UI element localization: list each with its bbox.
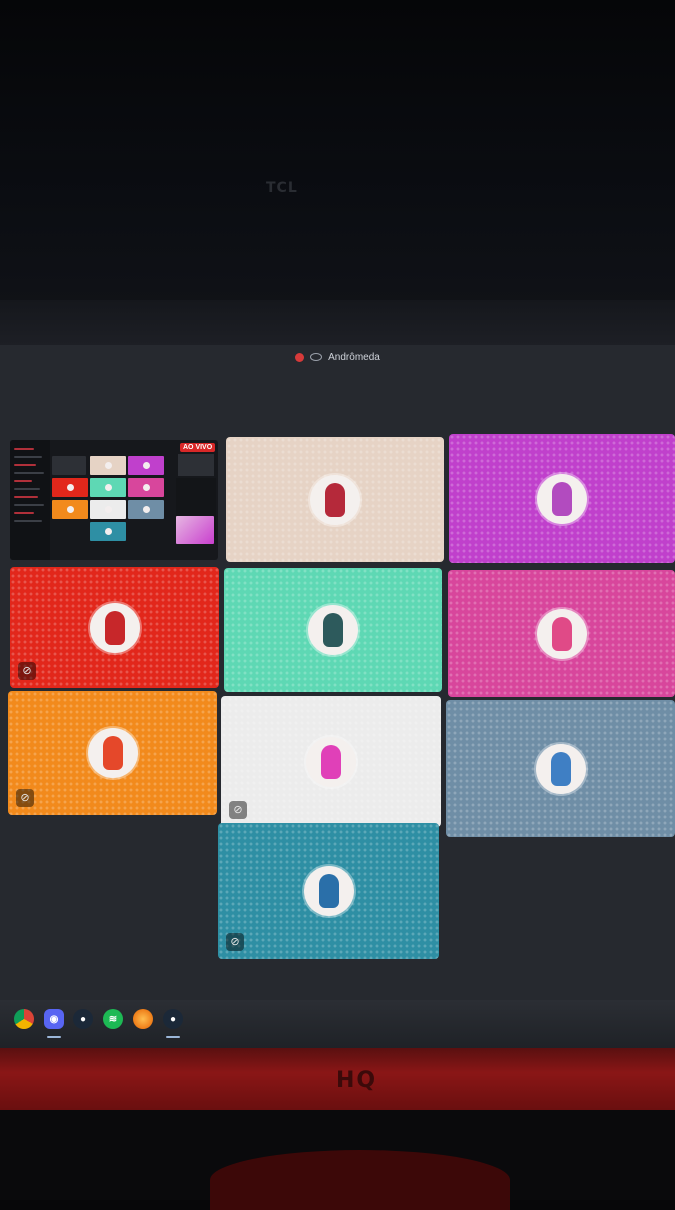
participant-tile[interactable] [448, 570, 675, 697]
avatar-figure [551, 616, 572, 651]
participant-tile[interactable] [226, 437, 444, 562]
live-thumbnail [178, 454, 214, 476]
live-badge: AO VIVO [180, 443, 216, 452]
participant-tile[interactable]: ⊘ [218, 823, 439, 959]
avatar-figure [321, 744, 341, 779]
participant-tile[interactable]: ⊘ [8, 691, 217, 815]
window-title: Andrômeda [328, 351, 380, 363]
avatar-figure [325, 482, 345, 517]
taskbar: ◉ ● ≋ ● [0, 1000, 675, 1048]
participant-tile[interactable]: ⊘ [221, 696, 441, 827]
screen: Andrômeda AO VIVO ⊘ ⊘ ⊘ ⊘ [0, 345, 675, 1050]
steam-icon[interactable]: ● [163, 1009, 183, 1029]
preview-tile [128, 478, 164, 497]
avatar-figure [318, 874, 339, 908]
participant-avatar [303, 866, 354, 916]
preview-tile [52, 456, 86, 475]
mic-off-icon: ⊘ [229, 801, 247, 819]
app-icon [295, 352, 305, 362]
participant-avatar [536, 608, 587, 659]
participant-tile[interactable] [224, 568, 442, 692]
live-stream-thumbnail [176, 516, 214, 544]
monitor-brand-logo: HQ [336, 1068, 378, 1093]
mic-off-icon: ⊘ [18, 662, 36, 680]
avatar-figure [550, 751, 571, 786]
background-wall: TCL [0, 0, 675, 330]
active-indicator [47, 1036, 61, 1038]
discord-icon[interactable]: ◉ [44, 1009, 64, 1029]
avatar-figure [552, 481, 572, 516]
window-titlebar: Andrômeda [0, 345, 675, 369]
mic-off-icon: ⊘ [16, 789, 34, 807]
chrome-icon[interactable] [14, 1009, 34, 1029]
participant-avatar [306, 736, 356, 787]
mic-off-icon: ⊘ [226, 933, 244, 951]
participant-avatar [537, 473, 587, 524]
preview-tile [128, 456, 164, 475]
monitor-top-bezel [0, 300, 675, 350]
preview-tile [52, 500, 88, 519]
active-indicator [166, 1036, 180, 1038]
firefox-icon[interactable] [133, 1009, 153, 1029]
preview-tile [52, 478, 88, 497]
screen-share-preview[interactable]: AO VIVO [10, 440, 218, 560]
participant-tile[interactable] [446, 700, 675, 837]
participant-avatar [87, 728, 138, 778]
avatar-figure [104, 610, 125, 645]
preview-sidebar [10, 440, 50, 560]
steam-icon[interactable]: ● [73, 1009, 93, 1029]
preview-tile [90, 456, 126, 475]
participant-avatar [308, 605, 358, 655]
avatar-figure [102, 736, 123, 770]
participant-avatar [89, 602, 140, 653]
tv-brand-logo: TCL [266, 180, 298, 196]
preview-tile [90, 522, 126, 541]
participant-tile[interactable]: ⊘ [10, 567, 219, 688]
participant-avatar [310, 474, 360, 525]
participant-tile[interactable] [449, 434, 675, 563]
chair [210, 1150, 510, 1210]
preview-tile [90, 500, 126, 519]
participant-avatar [535, 743, 586, 794]
app-logo-icon [310, 353, 323, 361]
preview-tile [128, 500, 164, 519]
avatar-figure [323, 613, 343, 647]
preview-tile [90, 478, 126, 497]
spotify-icon[interactable]: ≋ [103, 1009, 123, 1029]
